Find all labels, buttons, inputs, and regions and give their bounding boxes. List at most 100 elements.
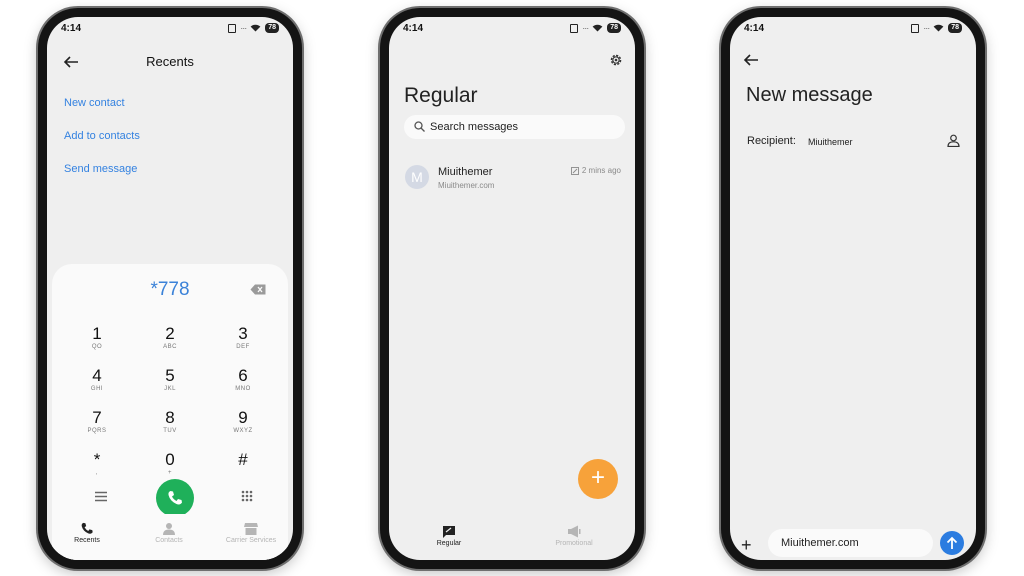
status-time: 4:14	[61, 22, 82, 34]
search-icon	[414, 121, 425, 132]
tab-contacts[interactable]: Contacts	[134, 522, 204, 544]
avatar: M	[405, 165, 429, 189]
key-8[interactable]: 8 TUV	[140, 409, 200, 435]
key-9[interactable]: 9 WXYZ	[213, 409, 273, 435]
vibrate-icon	[911, 23, 920, 33]
megaphone-icon	[568, 525, 581, 538]
battery-icon: 78	[607, 23, 621, 33]
key-0[interactable]: 0 +	[140, 451, 200, 477]
tab-label: Carrier Services	[225, 537, 277, 544]
tab-regular[interactable]: Regular	[409, 525, 489, 547]
tab-label: Regular	[436, 540, 462, 547]
phone-icon	[81, 522, 93, 534]
wifi-icon	[933, 24, 944, 32]
vibrate-icon	[570, 23, 579, 33]
key-hash[interactable]: #	[213, 451, 273, 469]
phone-messages: 4:14 ··· 78 Regular Search messages M Mi…	[380, 8, 644, 569]
recipient-field[interactable]: Miuithemer	[808, 137, 853, 147]
key-1[interactable]: 1 QO	[67, 325, 127, 351]
search-messages-input[interactable]: Search messages	[404, 115, 625, 139]
tab-label: Promotional	[555, 540, 593, 547]
recipient-label: Recipient:	[747, 135, 796, 147]
status-time: 4:14	[744, 22, 765, 34]
key-4[interactable]: 4 GHI	[67, 367, 127, 393]
dialer-tab-bar: Recents Contacts Carrier Services	[52, 514, 288, 560]
tab-label: Contacts	[155, 537, 183, 544]
menu-icon[interactable]	[95, 491, 107, 502]
tab-label: Recents	[74, 537, 100, 544]
key-digit: *	[93, 450, 101, 469]
messages-screen: 4:14 ··· 78 Regular Search messages M Mi…	[389, 17, 635, 560]
key-letters: PQRS	[87, 428, 107, 434]
new-message-screen: 4:14 ··· 78 New message Recipient: Miuit…	[730, 17, 976, 560]
dialer-screen: 4:14 ··· 78 Recents New contact Add to c…	[47, 17, 293, 560]
key-letters: TUV	[163, 428, 177, 434]
wifi-icon	[592, 24, 603, 32]
page-title: New message	[746, 84, 873, 106]
key-letters: ABC	[163, 344, 177, 350]
conversation-name: Miuithemer	[438, 166, 493, 178]
status-time: 4:14	[403, 22, 424, 34]
battery-icon: 78	[948, 23, 962, 33]
phone-dialer: 4:14 ··· 78 Recents New contact Add to c…	[38, 8, 302, 569]
add-to-contacts-link[interactable]: Add to contacts	[64, 130, 140, 142]
key-digit: 2	[165, 324, 175, 343]
key-5[interactable]: 5 JKL	[140, 367, 200, 393]
call-button[interactable]	[156, 479, 194, 517]
key-letters: DEF	[236, 344, 250, 350]
send-button[interactable]	[940, 531, 964, 555]
key-digit: 6	[238, 366, 248, 385]
stage: 4:14 ··· 78 Recents New contact Add to c…	[0, 0, 1024, 576]
key-star[interactable]: *,	[67, 451, 127, 477]
status-bar: 4:14 ··· 78	[730, 17, 976, 39]
store-icon	[244, 523, 258, 535]
key-2[interactable]: 2 ABC	[140, 325, 200, 351]
message-input[interactable]: Miuithemer.com	[768, 529, 933, 557]
key-3[interactable]: 3 DEF	[213, 325, 273, 351]
new-contact-link[interactable]: New contact	[64, 97, 125, 109]
dialpad: *778 1 QO 2 ABC 3 DEF 4 GHI 5 JKL 6 MNO 7 PQRS …	[52, 264, 288, 560]
vibrate-icon	[228, 23, 237, 33]
key-letters: +	[167, 470, 172, 476]
key-letters: GHI	[90, 386, 104, 392]
key-digit: 8	[165, 408, 175, 427]
key-digit: #	[238, 450, 248, 469]
send-message-link[interactable]: Send message	[64, 163, 137, 175]
key-digit: 3	[238, 324, 248, 343]
phone-icon	[168, 491, 182, 505]
draft-icon	[570, 166, 579, 175]
backspace-icon[interactable]	[250, 284, 266, 295]
tab-carrier-services[interactable]: Carrier Services	[216, 522, 286, 544]
page-title: Recents	[146, 54, 194, 69]
key-digit: 1	[92, 324, 102, 343]
key-letters: JKL	[164, 386, 176, 392]
send-arrow-icon	[946, 536, 958, 549]
chat-icon	[443, 526, 455, 538]
conversation-time-text: 2 mins ago	[581, 166, 621, 175]
more-dots-icon: ···	[582, 23, 589, 33]
add-contact-icon[interactable]	[947, 134, 960, 147]
dialpad-icon[interactable]	[241, 490, 253, 502]
status-bar: 4:14 ··· 78	[47, 17, 293, 39]
key-letters: QO	[91, 344, 103, 350]
key-6[interactable]: 6 MNO	[213, 367, 273, 393]
page-title: Regular	[404, 84, 478, 107]
conversation-time: 2 mins ago	[570, 166, 621, 175]
phone-new-message: 4:14 ··· 78 New message Recipient: Miuit…	[721, 8, 985, 569]
person-icon	[163, 523, 175, 535]
tab-promotional[interactable]: Promotional	[534, 525, 614, 547]
key-letters: WXYZ	[233, 428, 253, 434]
key-7[interactable]: 7 PQRS	[67, 409, 127, 435]
gear-icon[interactable]	[609, 53, 623, 67]
key-digit: 4	[92, 366, 102, 385]
tab-recents[interactable]: Recents	[52, 522, 122, 544]
key-letters: MNO	[235, 386, 251, 392]
key-digit: 7	[92, 408, 102, 427]
more-dots-icon: ···	[923, 23, 930, 33]
back-arrow-icon[interactable]	[743, 53, 759, 67]
key-letters: ,	[95, 470, 99, 476]
attach-plus-button[interactable]: +	[741, 535, 752, 556]
conversation-preview: Miuithemer.com	[438, 181, 495, 190]
compose-button[interactable]: +	[578, 459, 618, 499]
more-dots-icon: ···	[240, 23, 247, 33]
